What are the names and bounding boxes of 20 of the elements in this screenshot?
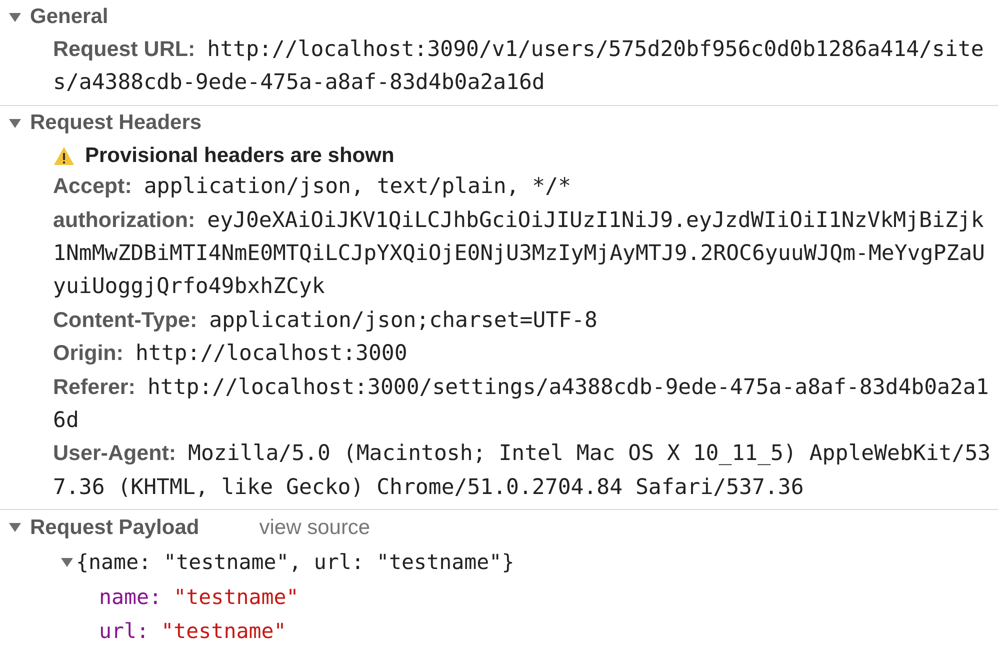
warning-icon xyxy=(53,146,75,166)
header-field: Origin: http://localhost:3000 xyxy=(53,338,996,372)
property-value: "testname" xyxy=(161,618,286,646)
header-field: User-Agent: Mozilla/5.0 (Macintosh; Intel Mac OS X 10_11_5) AppleWebKit/537.36 (KHTML, like Gecko) Chrome/51.0.2704.84 Safari/537.36 xyxy=(53,438,996,506)
header-field: Accept: application/json, text/plain, */* xyxy=(53,171,996,205)
header-field: Content-Type: application/json;charset=UTF-8 xyxy=(53,304,996,338)
warning-text: Provisional headers are shown xyxy=(85,142,394,169)
property-key: name: xyxy=(99,580,162,614)
view-source-link[interactable]: view source xyxy=(259,512,370,544)
header-field: Request URL: http://localhost:3090/v1/users/575d20bf956c0d0b1286a414/sites/a4388cdb-9ede-475a-a8af-83d4b0a2a16d xyxy=(53,34,996,101)
collapse-icon[interactable] xyxy=(60,555,74,570)
header-field: Referer: http://localhost:3000/settings/a4388cdb-9ede-475a-a8af-83d4b0a2a16d xyxy=(53,372,996,438)
property-value: "testname" xyxy=(174,584,299,612)
collapse-icon[interactable] xyxy=(8,10,22,24)
section-title[interactable]: Request Payload xyxy=(30,512,200,544)
property-key: url: xyxy=(99,614,150,648)
collapse-icon[interactable] xyxy=(8,520,22,534)
section-title[interactable]: Request Headers xyxy=(30,107,202,139)
section-title[interactable]: General xyxy=(30,1,108,33)
payload-summary[interactable]: {name: "testname", url: "testname"} xyxy=(76,544,514,580)
